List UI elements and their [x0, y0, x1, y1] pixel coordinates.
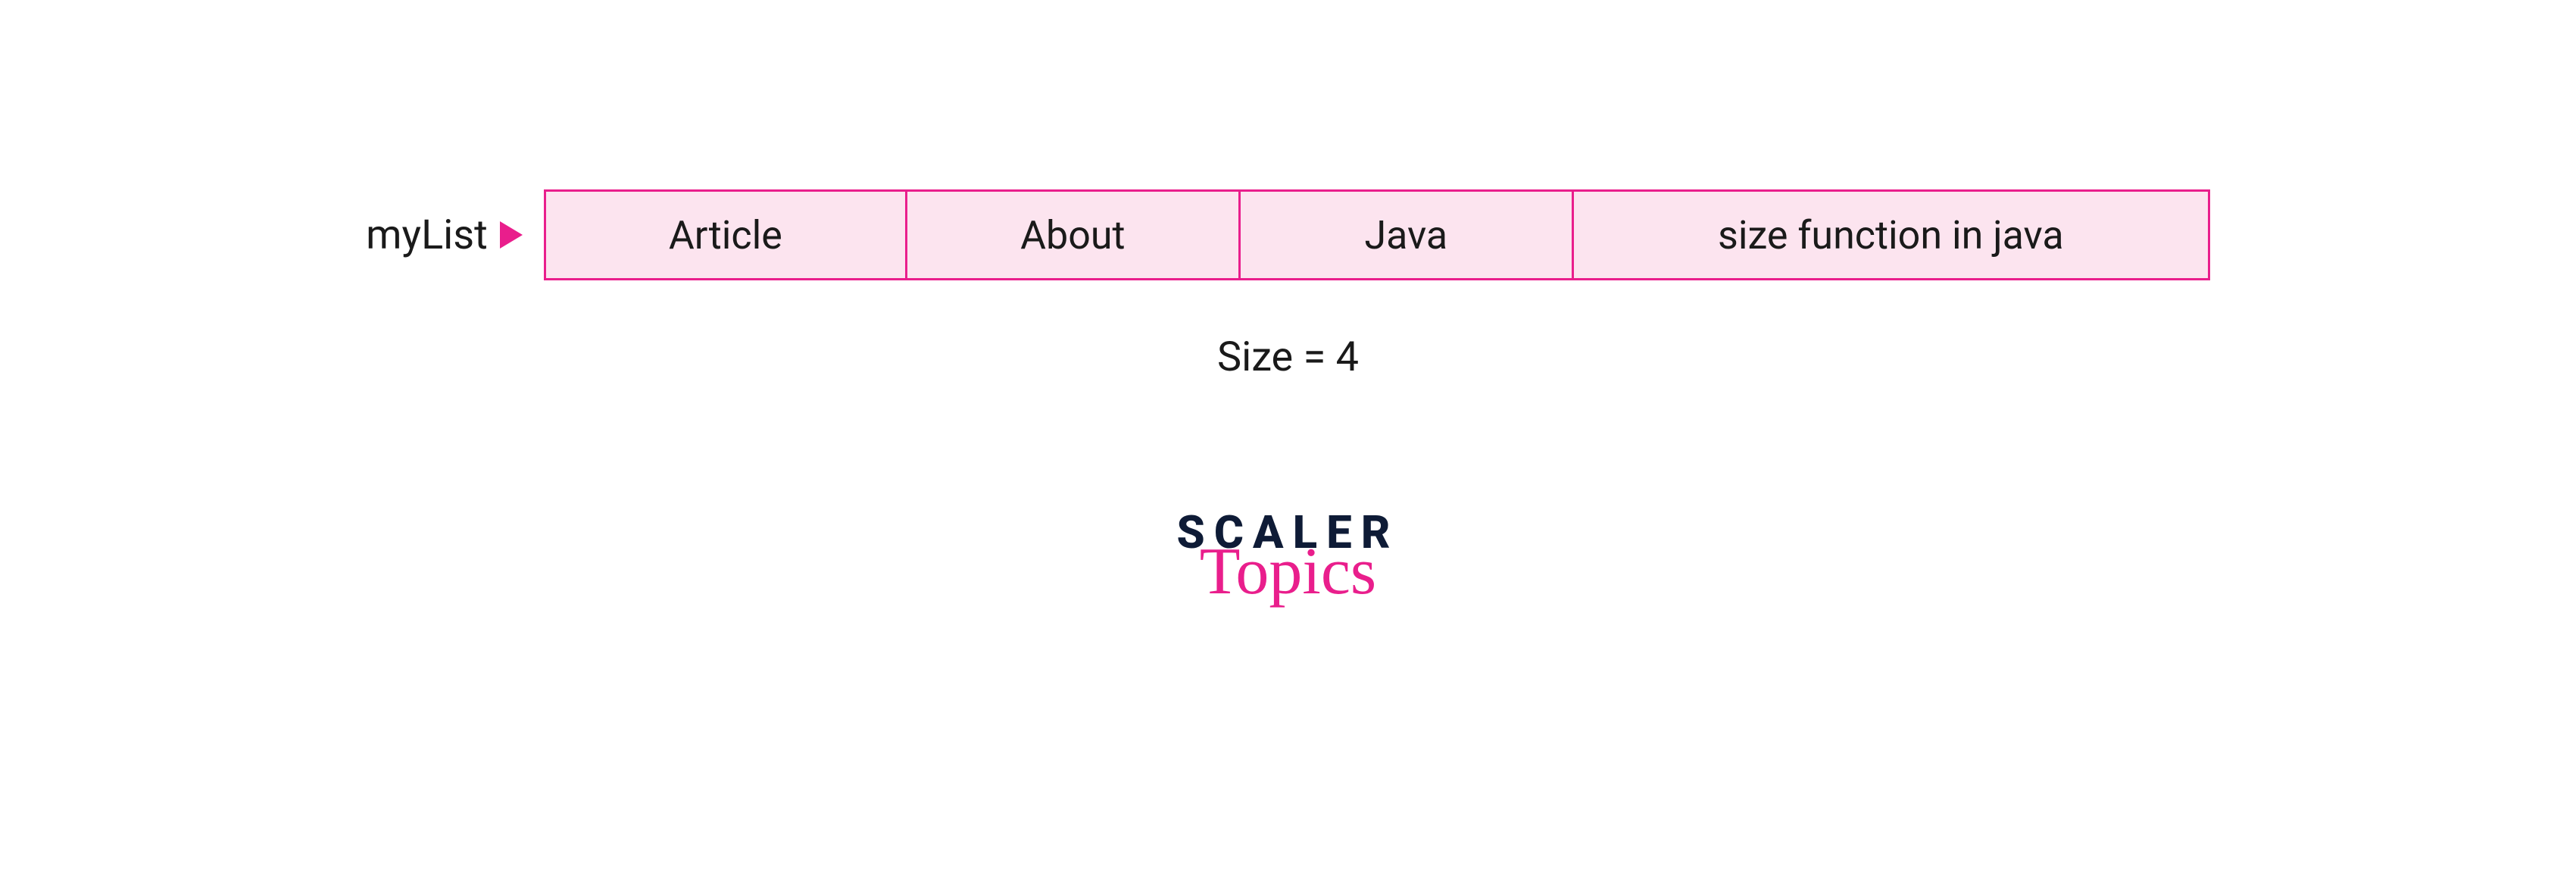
arraylist-size-diagram: myList Article About Java size function … [0, 189, 2576, 605]
list-cell: Article [544, 189, 907, 280]
list-row: myList Article About Java size function … [366, 189, 2210, 280]
scaler-topics-logo: SCALER Topics [1176, 510, 1399, 605]
list-variable-name: myList [366, 211, 488, 259]
list-cell: About [907, 189, 1241, 280]
list-cell: size function in java [1574, 189, 2210, 280]
logo-text-topics: Topics [1200, 539, 1376, 605]
list-cell: Java [1241, 189, 1574, 280]
list-label-group: myList [366, 211, 523, 259]
size-label: Size = 4 [1217, 333, 1359, 381]
pointer-icon [500, 221, 523, 249]
list-cells: Article About Java size function in java [544, 189, 2210, 280]
